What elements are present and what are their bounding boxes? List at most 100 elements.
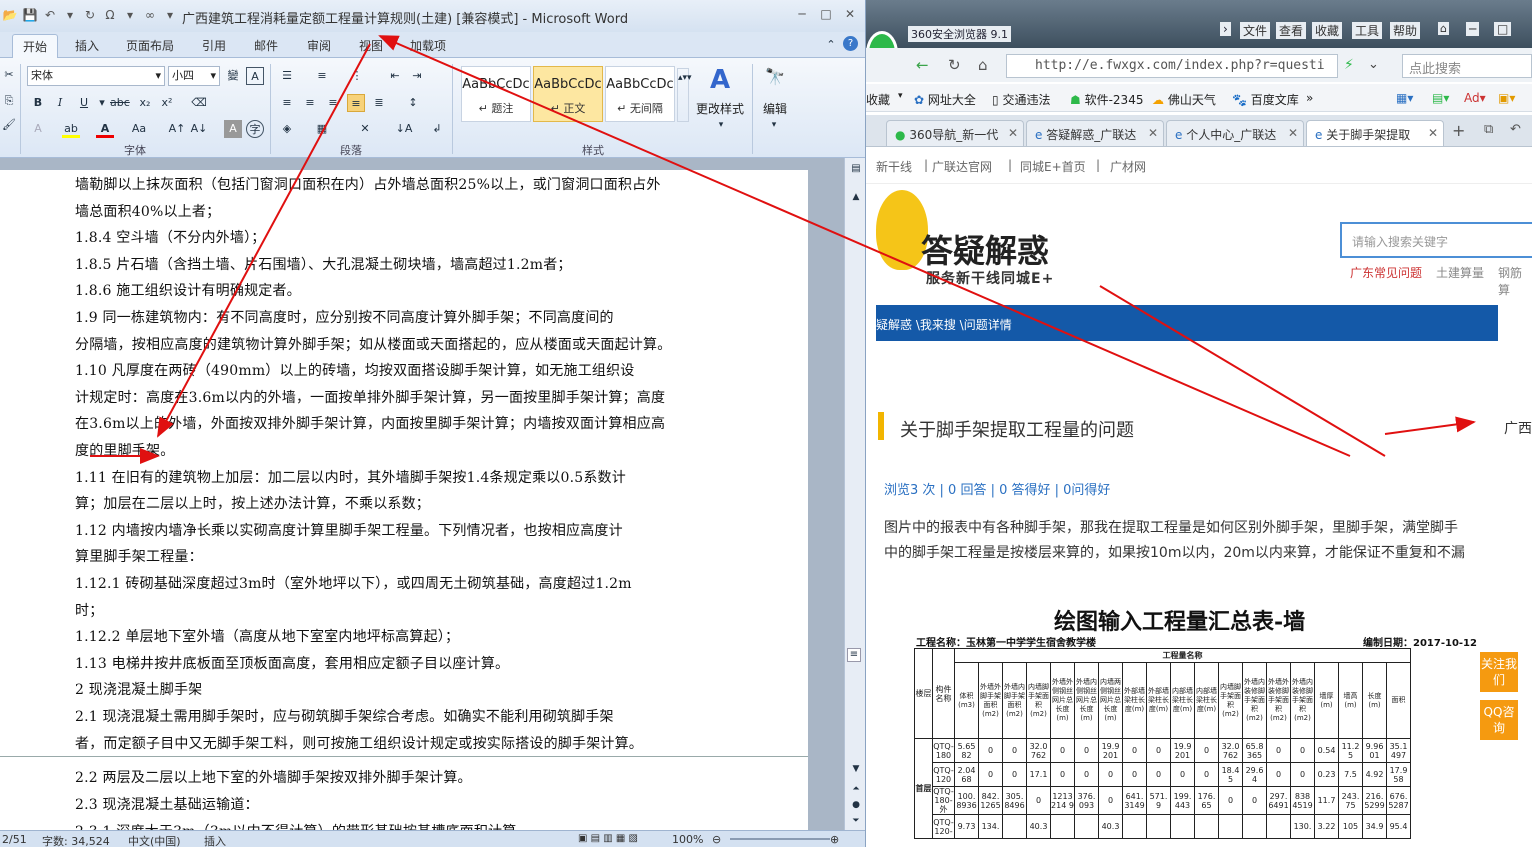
tab-insert[interactable]: 插入 [75, 37, 99, 54]
ribbon-minimize-icon[interactable]: ⌃ [822, 36, 840, 54]
extension-icon[interactable]: ▣▾ [1498, 91, 1515, 105]
clear-format-icon[interactable]: ⌫ [190, 94, 208, 112]
vertical-scrollbar[interactable]: ▤ ▲ ≡ ▼ ⏶ ● ⏷ [844, 158, 865, 830]
increase-indent-icon[interactable]: ⇥ [408, 67, 426, 85]
scroll-up-icon[interactable]: ▲ [847, 188, 865, 206]
zoom-level[interactable]: 100% [672, 833, 703, 846]
find-icon[interactable]: 🔭 [764, 68, 786, 90]
refresh-icon[interactable]: ↻ [948, 56, 961, 74]
font-name-combo[interactable]: 宋体 ▾ [27, 66, 165, 86]
document-page[interactable]: 墙勒脚以上抹灰面积（包括门窗洞口面积在内）占外墙总面积25%以上，或门窗洞口面积… [0, 170, 808, 760]
zoom-in-icon[interactable]: ⊕ [830, 833, 839, 846]
grow-font-icon[interactable]: A↑ [168, 120, 186, 138]
bold-icon[interactable]: B [29, 94, 47, 112]
url-dropdown-icon[interactable]: ⌄ [1368, 57, 1379, 72]
underline-dropdown-icon[interactable]: ▾ [93, 94, 111, 112]
hotlink-guangdong[interactable]: 广东常见问题 [1350, 264, 1422, 281]
scroll-thumb[interactable]: ≡ [847, 648, 861, 662]
insert-mode[interactable]: 插入 [204, 833, 226, 847]
bookmark-baidu-wenku[interactable]: 🐾 百度文库 [1232, 91, 1299, 108]
copy-icon[interactable]: ⎘ [0, 92, 18, 110]
bookmark-site-nav[interactable]: ✿ 网址大全 [914, 91, 976, 108]
tab-list-icon[interactable]: ⧉ [1484, 122, 1493, 137]
breadcrumb[interactable]: 疑解惑 \我来搜 \问题详情 [876, 305, 1498, 341]
page-count[interactable]: 2/51 [2, 833, 27, 846]
apps-icon[interactable]: ▦▾ [1396, 91, 1413, 105]
site-title[interactable]: 答疑解惑 [921, 226, 1049, 272]
menu-help[interactable]: 帮助 [1390, 22, 1421, 39]
link-icon[interactable]: ∞ [142, 7, 158, 23]
symbol-dropdown-icon[interactable]: ▾ [122, 7, 138, 23]
symbol-icon[interactable]: Ω [102, 7, 118, 23]
save-icon[interactable]: 💾 [22, 7, 38, 23]
zoom-out-icon[interactable]: ⊖ [712, 833, 721, 846]
undo-icon[interactable]: ↶ [42, 7, 58, 23]
style-normal[interactable]: AaBbCcDc ↵ 正文 [533, 66, 603, 122]
tab-references[interactable]: 引用 [202, 37, 226, 54]
language[interactable]: 中文(中国) [128, 833, 181, 847]
styles-scroll-icon[interactable]: ▴▾▾ [677, 68, 692, 122]
bookmark-weather[interactable]: ☁ 佛山天气 [1152, 91, 1216, 108]
ad-block-icon[interactable]: Ad▾ [1464, 91, 1486, 105]
menu-view[interactable]: 查看 [1276, 22, 1307, 39]
line-spacing-icon[interactable]: ↕ [404, 94, 422, 112]
reader-icon[interactable]: ▤▾ [1432, 91, 1449, 105]
change-styles-icon[interactable]: A [704, 64, 736, 96]
superscript-icon[interactable]: x² [158, 94, 176, 112]
justify-icon[interactable]: ≡ [347, 94, 365, 112]
wen-icon[interactable]: 變 [224, 67, 242, 85]
strikethrough-icon[interactable]: abc [110, 94, 130, 112]
browser-tab-360nav[interactable]: ● 360导航_新一代 ✕ [886, 120, 1024, 146]
url-input[interactable]: http://e.fwxgx.com/index.php?r=questi [1006, 54, 1338, 78]
browser-tab-personal[interactable]: e 个人中心_广联达 ✕ [1166, 120, 1304, 146]
style-no-spacing[interactable]: AaBbCcDc ↵ 无间隔 [605, 66, 675, 122]
char-border-icon[interactable]: A [246, 67, 264, 85]
numbering-icon[interactable]: ≡ [313, 67, 331, 85]
nav-glodon[interactable]: 广联达官网 [932, 158, 992, 175]
open-icon[interactable]: 📂 [2, 7, 18, 23]
new-tab-icon[interactable]: + [1452, 121, 1465, 140]
shading-icon[interactable]: ◈ [278, 120, 296, 138]
tab-mailings[interactable]: 邮件 [254, 37, 278, 54]
skin-icon[interactable]: ⌂ [1438, 22, 1449, 35]
distributed-icon[interactable]: ≣ [370, 94, 388, 112]
shrink-font-icon[interactable]: A↓ [190, 120, 208, 138]
redo-icon[interactable]: ↻ [82, 7, 98, 23]
borders-icon[interactable]: ▦ [313, 120, 331, 138]
menu-file[interactable]: 文件 [1240, 22, 1271, 39]
editing-label[interactable]: 编辑 [763, 100, 787, 117]
font-color-icon[interactable]: A [96, 120, 114, 138]
bookmark-traffic[interactable]: ▯ 交通违法 [992, 91, 1050, 108]
decrease-indent-icon[interactable]: ⇤ [386, 67, 404, 85]
scroll-down-icon[interactable]: ▼ [847, 760, 865, 778]
speed-mode-icon[interactable]: ⚡ [1344, 57, 1354, 73]
change-case-icon[interactable]: Aa [130, 120, 148, 138]
text-effect-icon[interactable]: A [29, 120, 47, 138]
tab-review[interactable]: 审阅 [307, 37, 331, 54]
follow-us-button[interactable]: 关注我们 [1480, 652, 1518, 692]
browser-maximize-icon[interactable]: □ [1494, 22, 1512, 36]
align-center-icon[interactable]: ≡ [301, 94, 319, 112]
site-search-input[interactable]: 请输入搜索关键字 [1340, 222, 1532, 258]
menu-arrow-icon[interactable]: › [1220, 22, 1231, 36]
help-icon[interactable]: ? [843, 36, 858, 51]
favorites-dropdown-icon[interactable]: ▾ [898, 91, 903, 101]
style-caption[interactable]: AaBbCcDc ↵ 题注 [461, 66, 531, 122]
close-icon[interactable]: ✕ [842, 6, 858, 22]
word-count[interactable]: 字数: 34,524 [42, 833, 110, 847]
browser-tab-dayi[interactable]: e 答疑解惑_广联达 ✕ [1026, 120, 1164, 146]
top-search-input[interactable]: 点此搜索 [1402, 54, 1532, 78]
align-left-icon[interactable]: ≡ [278, 94, 296, 112]
minimize-icon[interactable]: ─ [794, 6, 810, 22]
enclosed-char-icon[interactable]: 字 [246, 120, 264, 138]
cut-icon[interactable]: ✂ [0, 66, 18, 84]
browser-minimize-icon[interactable]: ─ [1466, 22, 1480, 36]
zoom-slider[interactable] [730, 838, 830, 840]
nav-xinganxian[interactable]: 新干线 [876, 158, 912, 175]
hotlink-tujian[interactable]: 土建算量 [1436, 264, 1484, 281]
nav-tongcheng[interactable]: 同城E+首页 [1020, 158, 1086, 175]
home-icon[interactable]: ⌂ [978, 56, 988, 74]
change-styles-label[interactable]: 更改样式 [696, 100, 744, 117]
subscript-icon[interactable]: x₂ [136, 94, 154, 112]
tab-page-layout[interactable]: 页面布局 [126, 37, 174, 54]
